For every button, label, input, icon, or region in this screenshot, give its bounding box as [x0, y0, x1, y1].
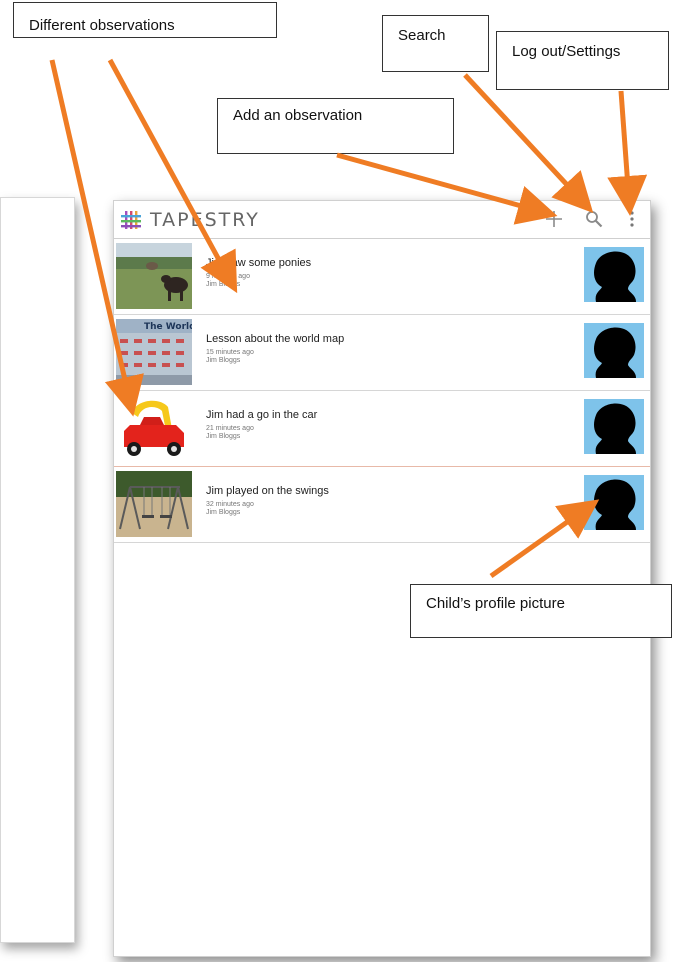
observation-time: 21 minutes ago: [206, 425, 254, 432]
arrow-to-overflow: [607, 90, 648, 216]
observation-author: Jim Bloggs: [206, 357, 241, 364]
observation-title: Lesson about the world map: [206, 333, 345, 345]
child-profile-avatar[interactable]: [584, 323, 644, 378]
add-observation-button[interactable]: [542, 207, 566, 231]
callout-profile-picture: Child’s profile picture: [410, 584, 672, 638]
observation-time: 9 minutes ago: [206, 273, 250, 280]
plus-icon: [546, 211, 562, 227]
callout-logout-settings: Log out/Settings: [496, 31, 669, 90]
world-map-photo: The World: [116, 319, 192, 385]
observation-row[interactable]: Jim saw some ponies 9 minutes ago Jim Bl…: [114, 239, 650, 315]
observation-time: 32 minutes ago: [206, 501, 254, 508]
observation-author: Jim Bloggs: [206, 281, 241, 288]
overflow-menu-button[interactable]: [620, 207, 644, 231]
observation-time: 15 minutes ago: [206, 349, 254, 356]
tapestry-logo-icon: [121, 211, 141, 229]
arrow-to-search: [463, 73, 594, 213]
observation-list: Jim saw some ponies 9 minutes ago Jim Bl…: [114, 239, 650, 543]
observation-row[interactable]: The World Lesson about the world map 15 …: [114, 315, 650, 391]
app-bar: TAPESTRY: [114, 201, 650, 239]
child-profile-avatar[interactable]: [584, 247, 644, 302]
observation-row[interactable]: Jim played on the swings 32 minutes ago …: [114, 467, 650, 543]
search-button[interactable]: [582, 207, 606, 231]
child-profile-avatar[interactable]: [584, 475, 644, 530]
world-map-thumb-text: The World: [144, 322, 192, 332]
toy-car-photo: [116, 395, 192, 461]
observation-title: Jim saw some ponies: [206, 257, 312, 269]
observation-author: Jim Bloggs: [206, 509, 241, 516]
tablet-screen: TAPESTRY Jim saw some ponies 9 minutes a…: [113, 200, 651, 957]
callout-add-observation: Add an observation: [217, 98, 454, 154]
observation-author: Jim Bloggs: [206, 433, 241, 440]
callout-search: Search: [382, 15, 489, 72]
observation-title: Jim had a go in the car: [206, 409, 318, 421]
observation-row[interactable]: Jim had a go in the car 21 minutes ago J…: [114, 391, 650, 467]
overflow-menu-icon: [630, 211, 634, 227]
child-profile-avatar[interactable]: [584, 399, 644, 454]
swings-photo: [116, 471, 192, 537]
callout-different-observations: Different observations: [13, 2, 277, 38]
observation-title: Jim played on the swings: [206, 485, 329, 497]
ponies-photo: [116, 243, 192, 309]
background-window: [0, 197, 75, 943]
app-title: TAPESTRY: [150, 209, 260, 231]
search-icon: [586, 211, 603, 228]
